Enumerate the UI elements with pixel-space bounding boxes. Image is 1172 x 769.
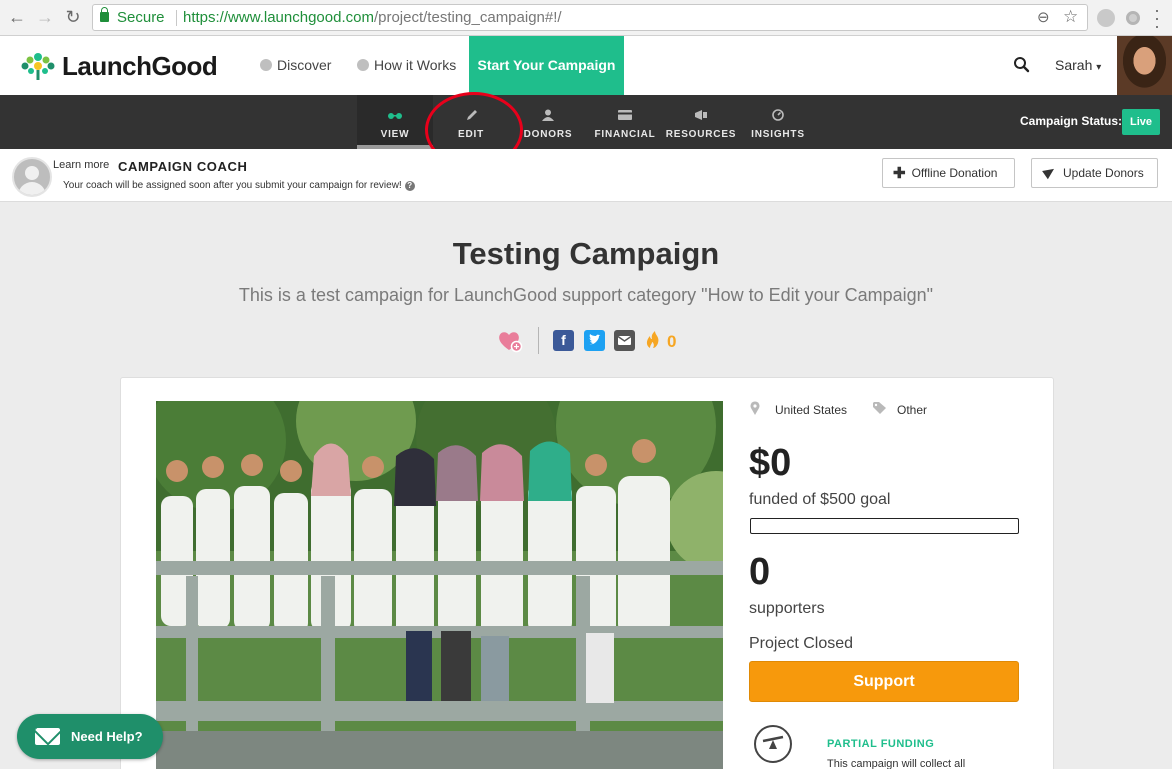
site-header: LaunchGood Discover How it Works Start Y… [0, 36, 1172, 95]
coach-title: CAMPAIGN COACH [118, 159, 248, 174]
campaign-photo[interactable] [156, 401, 723, 769]
facebook-icon[interactable]: f [553, 330, 574, 351]
start-campaign-button[interactable]: Start Your Campaign [469, 36, 624, 95]
tab-edit[interactable]: EDIT [433, 95, 509, 149]
coach-description: Your coach will be assigned soon after y… [63, 180, 415, 191]
offline-donation-button[interactable]: ✚ Offline Donation [882, 158, 1015, 188]
coach-avatar [12, 157, 52, 197]
update-donors-button[interactable]: Update Donors [1031, 158, 1158, 188]
pencil-icon [467, 110, 477, 120]
funding-progress-bar [750, 518, 1019, 534]
offline-donation-label: Offline Donation [911, 166, 998, 180]
tab-edit-label: EDIT [458, 129, 484, 140]
campaign-coach-bar: Learn more CAMPAIGN COACH Your coach wil… [0, 149, 1172, 202]
tab-financial-label: FINANCIAL [594, 129, 656, 140]
url-text: https://www.launchgood.com/project/testi… [183, 9, 562, 26]
group-photo-illustration [156, 401, 723, 769]
campaign-dashboard-bar: VIEW EDIT DONORS FINANCIAL RESOURCES INS… [0, 95, 1172, 149]
forward-arrow-icon[interactable]: → [34, 6, 56, 28]
category-label[interactable]: Other [897, 403, 927, 417]
address-divider [176, 10, 177, 26]
amount-raised: $0 [749, 442, 792, 484]
coach-description-text: Your coach will be assigned soon after y… [63, 180, 402, 191]
tab-donors[interactable]: DONORS [510, 95, 586, 149]
tab-view[interactable]: VIEW [357, 95, 433, 149]
plus-icon: ✚ [893, 165, 906, 182]
flame-count: 0 [667, 332, 677, 351]
share-divider [538, 327, 539, 354]
extension-circle-icon[interactable] [1126, 11, 1140, 25]
logo-tree-icon [21, 53, 55, 80]
address-bar[interactable]: Secure https://www.launchgood.com/projec… [92, 4, 1088, 31]
location-label[interactable]: United States [775, 403, 847, 417]
twitter-icon[interactable] [584, 330, 605, 351]
tab-donors-label: DONORS [523, 129, 573, 140]
supporters-label: supporters [749, 600, 825, 617]
tab-insights[interactable]: INSIGHTS [740, 95, 816, 149]
tab-view-label: VIEW [380, 129, 410, 140]
campaign-title: Testing Campaign [452, 236, 720, 271]
location-pin-icon [750, 401, 760, 415]
update-donors-label: Update Donors [1063, 166, 1144, 180]
support-button[interactable]: Support [749, 661, 1019, 702]
card-icon [618, 110, 632, 120]
user-name: Sarah [1055, 57, 1093, 73]
tab-insights-label: INSIGHTS [751, 129, 805, 140]
campaign-card: United States Other $0 funded of $500 go… [120, 377, 1054, 769]
person-icon [542, 109, 554, 121]
partial-funding-title: PARTIAL FUNDING [827, 738, 935, 750]
flame-icon [646, 331, 659, 348]
help-question-icon[interactable]: ? [404, 181, 415, 191]
nav-discover-label: Discover [277, 57, 332, 73]
info-icon [357, 59, 369, 71]
user-avatar[interactable] [1117, 36, 1172, 95]
status-badge: Live [1122, 109, 1160, 135]
need-help-label: Need Help? [71, 729, 143, 744]
tab-financial[interactable]: FINANCIAL [587, 95, 663, 149]
heart-follow-icon[interactable] [497, 329, 523, 353]
balance-scale-icon [754, 725, 792, 763]
partial-funding-text: This campaign will collect all [827, 758, 966, 769]
browser-menu-icon[interactable]: · · · [1152, 1, 1162, 35]
browser-toolbar: ← → ↻ Secure https://www.launchgood.com/… [0, 0, 1172, 36]
zoom-icon[interactable]: ⊖ [1037, 10, 1050, 26]
campaign-status-label: Campaign Status: [1020, 114, 1123, 128]
goal-text: funded of $500 goal [749, 491, 891, 508]
nav-how-it-works-label: How it Works [374, 57, 457, 73]
chevron-down-icon: ▾ [1096, 62, 1102, 73]
bookmark-star-icon[interactable]: ☆ [1063, 7, 1078, 27]
tab-resources[interactable]: RESOURCES [663, 95, 739, 149]
project-status-text: Project Closed [749, 635, 854, 652]
glasses-icon [388, 113, 402, 119]
supporters-count: 0 [749, 551, 771, 593]
tab-resources-label: RESOURCES [665, 129, 737, 140]
secure-label: Secure [117, 9, 165, 26]
email-share-icon[interactable] [614, 330, 635, 351]
globe-icon [260, 59, 272, 71]
user-menu[interactable]: Sarah ▾ [1055, 36, 1101, 95]
need-help-button[interactable]: Need Help? [17, 714, 163, 759]
brand-name: LaunchGood [62, 51, 218, 81]
reload-icon[interactable]: ↻ [62, 6, 84, 28]
gauge-icon [772, 109, 784, 121]
learn-more-link[interactable]: Learn more [53, 159, 109, 171]
tag-icon [873, 402, 886, 414]
envelope-icon [35, 728, 60, 745]
campaign-subtitle: This is a test campaign for LaunchGood s… [238, 285, 934, 305]
extension-icon[interactable] [1097, 9, 1115, 27]
nav-discover[interactable]: Discover [260, 36, 331, 95]
lock-icon [100, 7, 109, 22]
send-icon [1042, 164, 1057, 180]
back-arrow-icon[interactable]: ← [6, 6, 28, 28]
megaphone-icon [695, 110, 707, 120]
nav-how-it-works[interactable]: How it Works [357, 36, 456, 95]
search-icon[interactable] [1013, 56, 1031, 74]
